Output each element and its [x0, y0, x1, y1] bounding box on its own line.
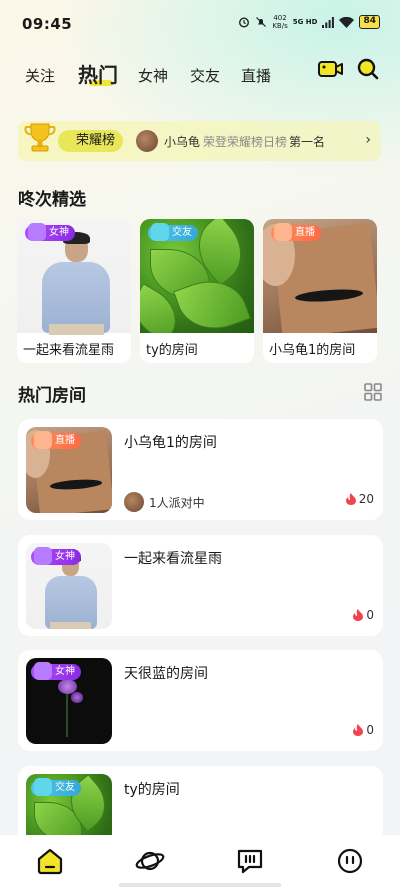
trophy-icon	[24, 123, 56, 152]
tag-goddess: 女神	[31, 547, 81, 565]
grid-view-icon[interactable]	[364, 383, 382, 401]
status-icons: 402 KB/s 5G HD 84	[238, 14, 380, 30]
gesture-bar	[119, 883, 281, 887]
honor-rank: 第一名	[289, 135, 326, 149]
bottom-nav	[0, 835, 400, 889]
room-thumbnail: 女神	[26, 658, 112, 744]
mute-icon	[256, 17, 267, 27]
tab-goddess[interactable]: 女神	[138, 65, 168, 86]
hot-rooms-title: 热门房间	[18, 386, 86, 406]
fire-icon	[353, 609, 364, 621]
pick-label: ty的房间	[146, 343, 198, 358]
network-type: 5G HD	[292, 18, 318, 26]
fire-icon	[353, 724, 364, 736]
network-speed: 402 KB/s	[272, 14, 288, 30]
pick-card[interactable]: 直播 小乌龟1的房间	[263, 219, 377, 363]
tab-follow[interactable]: 关注	[25, 65, 55, 86]
picks-title: 咚次精选	[18, 190, 86, 210]
room-participants: 1人派对中	[124, 492, 205, 512]
video-camera-icon[interactable]	[318, 59, 344, 79]
participant-avatar	[124, 492, 144, 512]
pick-label: 小乌龟1的房间	[269, 343, 356, 358]
honor-banner[interactable]: 荣耀榜 小乌龟 荣登荣耀榜日榜 第一名 ›	[18, 121, 381, 161]
message-icon[interactable]	[235, 846, 265, 876]
friends-icon	[34, 778, 52, 796]
room-card[interactable]: 女神 一起来看流星雨 0	[18, 535, 383, 636]
live-icon	[34, 431, 52, 449]
chevron-right-icon: ›	[365, 132, 371, 148]
alarm-icon	[239, 17, 250, 28]
pick-label: 一起来看流星雨	[23, 343, 115, 358]
status-bar: 09:45 402 KB/s 5G HD 84	[0, 0, 400, 48]
room-thumbnail: 女神	[26, 543, 112, 629]
tab-live[interactable]: 直播	[241, 65, 271, 86]
tag-friends: 交友	[148, 223, 198, 241]
room-title: 天很蓝的房间	[124, 666, 208, 682]
top-nav: 关注 热门 女神 交友 直播	[0, 56, 400, 92]
signal-icon	[322, 16, 335, 28]
tab-friends[interactable]: 交友	[190, 65, 220, 86]
tag-friends: 交友	[31, 778, 81, 796]
room-heat: 0	[353, 608, 374, 622]
room-heat: 0	[353, 723, 374, 737]
wifi-icon	[339, 16, 355, 28]
tag-goddess: 女神	[31, 662, 81, 680]
honor-badge: 荣耀榜	[58, 130, 124, 152]
room-title: 一起来看流星雨	[124, 551, 222, 567]
status-time: 09:45	[22, 15, 73, 33]
pick-card[interactable]: 女神 一起来看流星雨	[17, 219, 131, 363]
room-title: ty的房间	[124, 782, 180, 798]
tag-live: 直播	[271, 223, 321, 241]
tag-goddess: 女神	[25, 223, 75, 241]
live-icon	[274, 223, 292, 241]
honor-description: 荣登荣耀榜日榜	[203, 135, 288, 149]
planet-icon[interactable]	[135, 846, 165, 876]
room-thumbnail: 直播	[26, 427, 112, 513]
home-icon[interactable]	[35, 846, 65, 876]
goddess-icon	[28, 223, 46, 241]
room-card[interactable]: 直播 小乌龟1的房间 1人派对中 20	[18, 419, 383, 520]
room-card[interactable]: 女神 天很蓝的房间 0	[18, 650, 383, 751]
search-icon[interactable]	[356, 57, 380, 81]
pick-card[interactable]: 交友 ty的房间	[140, 219, 254, 363]
battery-indicator: 84	[359, 15, 380, 29]
goddess-icon	[34, 547, 52, 565]
friends-icon	[151, 223, 169, 241]
goddess-icon	[34, 662, 52, 680]
honor-avatar	[136, 130, 158, 152]
room-title: 小乌龟1的房间	[124, 435, 217, 451]
tag-live: 直播	[31, 431, 81, 449]
profile-icon[interactable]	[335, 846, 365, 876]
fire-icon	[345, 493, 356, 505]
tab-hot[interactable]: 热门	[78, 59, 118, 88]
honor-name: 小乌龟	[164, 135, 201, 149]
room-heat: 20	[345, 492, 374, 506]
